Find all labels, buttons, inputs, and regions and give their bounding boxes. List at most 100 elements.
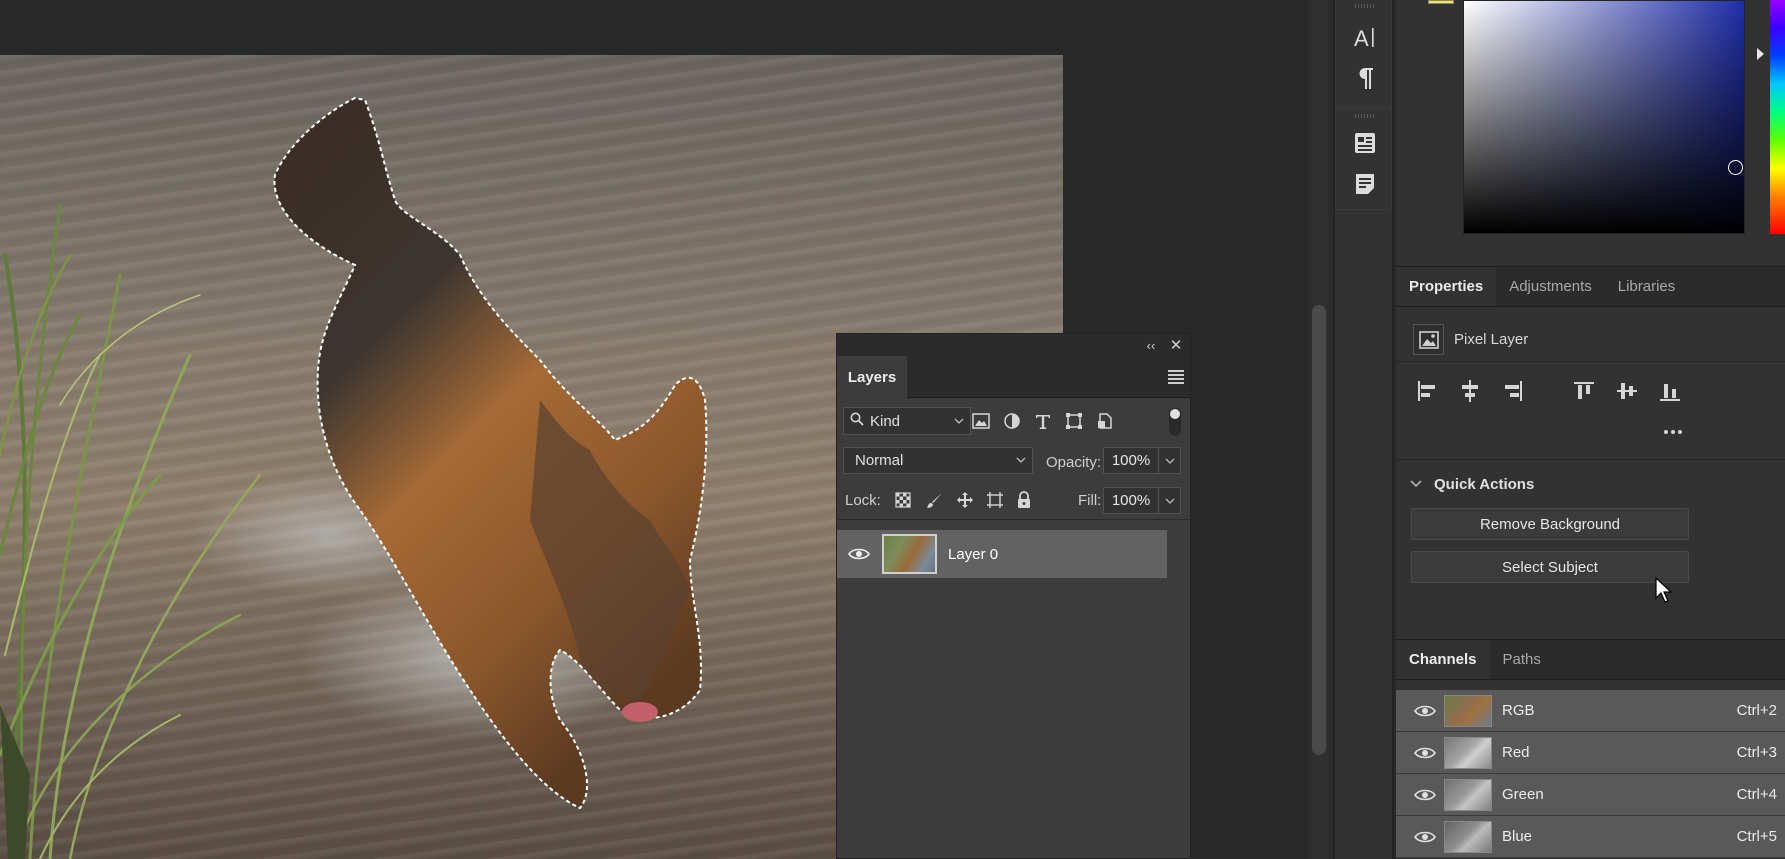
- fill-dropdown-icon[interactable]: [1159, 487, 1181, 514]
- eye-icon[interactable]: [1414, 830, 1436, 844]
- remove-background-button[interactable]: Remove Background: [1411, 508, 1689, 540]
- filter-kind-label: Kind: [870, 412, 901, 430]
- close-icon[interactable]: ✕: [1167, 336, 1185, 354]
- channel-row-rgb[interactable]: RGB Ctrl+2: [1396, 690, 1785, 732]
- quick-actions-title: Quick Actions: [1434, 475, 1535, 493]
- align-toolbar: [1396, 375, 1785, 411]
- layer-filter-row: Kind: [837, 398, 1190, 440]
- opacity-dropdown-icon[interactable]: [1159, 447, 1181, 474]
- properties-tabbar: Properties Adjustments Libraries: [1396, 266, 1785, 307]
- select-subject-button[interactable]: Select Subject: [1411, 551, 1689, 583]
- panel-icon-dock: A: [1334, 0, 1393, 859]
- tab-paths[interactable]: Paths: [1490, 640, 1554, 679]
- channel-shortcut: Ctrl+3: [1736, 744, 1777, 761]
- lock-transparent-pixels-icon[interactable]: [892, 489, 914, 511]
- lock-all-icon[interactable]: [1013, 489, 1035, 511]
- chevron-down-icon: [1410, 477, 1426, 491]
- filter-adjustment-icon[interactable]: [999, 408, 1025, 434]
- opacity-input[interactable]: 100%: [1103, 447, 1159, 474]
- color-picker-ring[interactable]: [1728, 160, 1743, 175]
- align-right-edges-icon[interactable]: [1498, 375, 1528, 407]
- panel-menu-icon[interactable]: [1168, 370, 1184, 384]
- layers-panel-titlebar[interactable]: ‹‹ ✕: [837, 334, 1190, 356]
- channel-name: RGB: [1502, 702, 1535, 719]
- opacity-label: Opacity:: [1046, 454, 1102, 471]
- blend-mode-select[interactable]: Normal: [843, 447, 1033, 474]
- channel-name: Green: [1502, 786, 1544, 803]
- properties-layer-type: Pixel Layer: [1396, 318, 1785, 362]
- channel-row-green[interactable]: Green Ctrl+4: [1396, 774, 1785, 816]
- filter-pixel-icon[interactable]: [968, 408, 994, 434]
- collapse-panel-icon[interactable]: ‹‹: [1142, 336, 1160, 354]
- layer-thumbnail: [882, 534, 937, 574]
- layers-tabrow: Layers: [837, 356, 1190, 398]
- lock-image-pixels-icon[interactable]: [924, 489, 946, 511]
- fill-label: Fill:: [1078, 492, 1102, 509]
- filter-shape-icon[interactable]: [1061, 408, 1087, 434]
- align-bottom-edges-icon[interactable]: [1655, 375, 1685, 407]
- channel-name: Blue: [1502, 828, 1533, 845]
- pixel-layer-label: Pixel Layer: [1454, 331, 1529, 348]
- chevron-down-icon: [1016, 455, 1026, 466]
- channels-tabbar: Channels Paths: [1396, 639, 1785, 680]
- filter-smart-object-icon[interactable]: [1092, 408, 1118, 434]
- hue-slider[interactable]: [1770, 0, 1785, 234]
- layers-panel[interactable]: ‹‹ ✕ Layers Kind Normal Opacity: 100% Lo…: [836, 333, 1191, 859]
- channel-row-blue[interactable]: Blue Ctrl+5: [1396, 816, 1785, 858]
- svg-text:A: A: [1354, 26, 1369, 50]
- channel-thumbnail: [1444, 694, 1492, 727]
- channel-shortcut: Ctrl+5: [1736, 828, 1777, 845]
- align-vertical-centers-icon[interactable]: [1612, 375, 1642, 407]
- tab-libraries[interactable]: Libraries: [1605, 267, 1689, 306]
- lock-position-icon[interactable]: [954, 489, 976, 511]
- lock-artboard-icon[interactable]: [984, 489, 1006, 511]
- filter-kind-select[interactable]: Kind: [843, 407, 971, 435]
- channel-thumbnail: [1444, 778, 1492, 811]
- notes-icon[interactable]: [1350, 169, 1380, 199]
- fill-input[interactable]: 100%: [1103, 487, 1159, 514]
- filter-type-icon[interactable]: [1030, 408, 1056, 434]
- tab-properties[interactable]: Properties: [1396, 267, 1497, 306]
- eye-icon[interactable]: [848, 547, 870, 561]
- layer-name: Layer 0: [948, 545, 999, 563]
- layer-lock-row: Lock: Fill: 100%: [837, 480, 1190, 520]
- dock-group-type: A: [1335, 0, 1392, 107]
- eye-icon[interactable]: [1414, 704, 1436, 718]
- channel-shortcut: Ctrl+4: [1736, 786, 1777, 803]
- layer-blend-row: Normal Opacity: 100%: [837, 440, 1190, 480]
- channel-thumbnail: [1444, 820, 1492, 853]
- align-top-edges-icon[interactable]: [1569, 375, 1599, 407]
- quick-actions-header[interactable]: Quick Actions: [1396, 471, 1785, 497]
- tab-adjustments[interactable]: Adjustments: [1496, 267, 1605, 306]
- tab-layers[interactable]: Layers: [837, 356, 907, 398]
- search-icon: [850, 412, 866, 430]
- hue-slider-marker[interactable]: [1757, 48, 1764, 60]
- dock-grip[interactable]: [1355, 4, 1375, 8]
- more-options-icon[interactable]: [1660, 427, 1686, 441]
- align-horizontal-centers-icon[interactable]: [1455, 375, 1485, 407]
- eye-icon[interactable]: [1414, 746, 1436, 760]
- foreground-swatch[interactable]: [1428, 0, 1454, 4]
- filter-toggle[interactable]: [1169, 408, 1181, 436]
- channel-name: Red: [1502, 744, 1530, 761]
- channel-shortcut: Ctrl+2: [1736, 702, 1777, 719]
- properties-divider: [1396, 459, 1785, 460]
- paragraph-icon[interactable]: [1350, 63, 1380, 93]
- align-left-edges-icon[interactable]: [1412, 375, 1442, 407]
- layer-row[interactable]: Layer 0: [837, 530, 1167, 578]
- dock-group-styles: [1335, 108, 1392, 210]
- eye-icon[interactable]: [1414, 788, 1436, 802]
- chevron-down-icon: [954, 416, 964, 427]
- vertical-scrollbar-thumb[interactable]: [1312, 305, 1326, 755]
- canvas-grass: [0, 55, 300, 859]
- pixel-layer-icon: [1413, 324, 1444, 355]
- channel-row-red[interactable]: Red Ctrl+3: [1396, 732, 1785, 774]
- character-icon[interactable]: A: [1350, 22, 1380, 52]
- channel-thumbnail: [1444, 736, 1492, 769]
- character-styles-icon[interactable]: [1350, 128, 1380, 158]
- tab-channels[interactable]: Channels: [1396, 640, 1490, 679]
- blend-mode-value: Normal: [855, 452, 904, 469]
- color-saturation-field[interactable]: [1463, 0, 1745, 234]
- lock-label: Lock:: [845, 492, 881, 509]
- dock-grip[interactable]: [1355, 114, 1375, 118]
